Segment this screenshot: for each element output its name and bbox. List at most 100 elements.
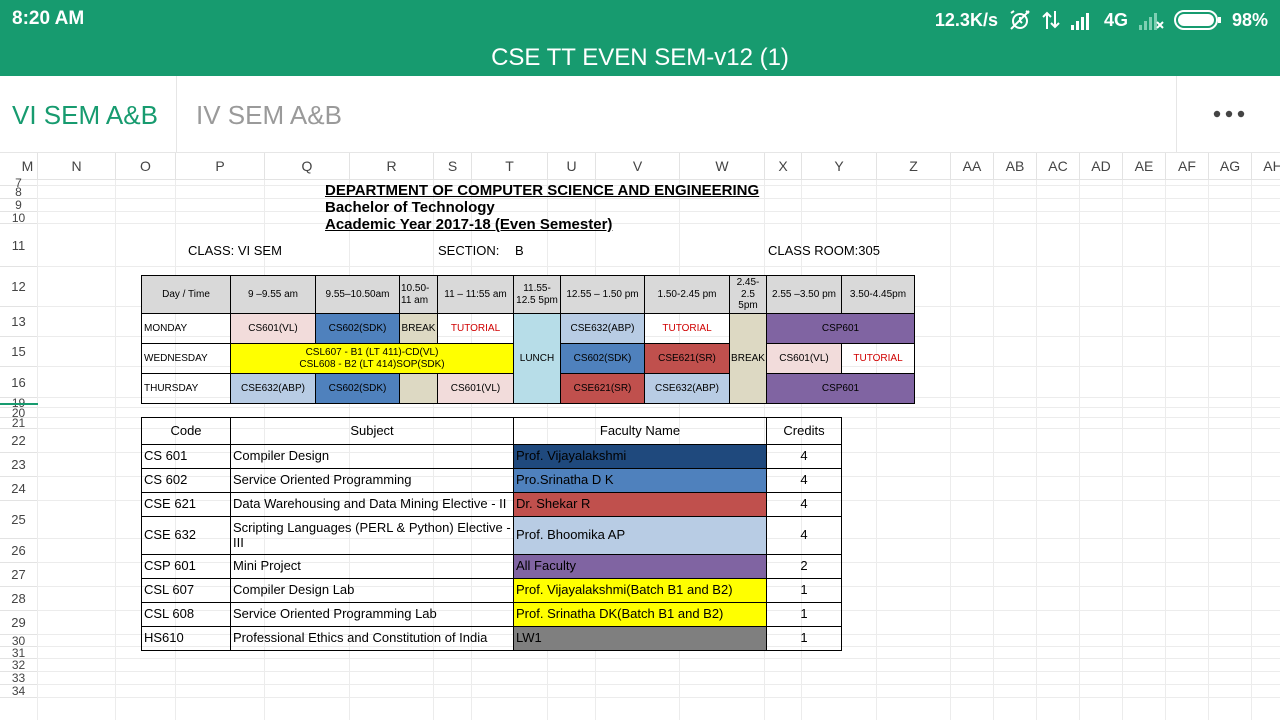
tt-header-slot[interactable]: 12.55 – 1.50 pm bbox=[560, 275, 645, 314]
column-header[interactable]: U bbox=[548, 153, 596, 180]
column-header[interactable]: N bbox=[38, 153, 116, 180]
subj-faculty[interactable]: Pro.Srinatha D K bbox=[513, 468, 767, 493]
tt-header-slot[interactable]: 9.55–10.50am bbox=[315, 275, 400, 314]
column-header[interactable]: Z bbox=[877, 153, 951, 180]
row-header[interactable]: 13 bbox=[0, 307, 38, 337]
tt-cell[interactable]: CSP601 bbox=[766, 313, 915, 344]
tt-cell[interactable]: CSE632(ABP) bbox=[644, 373, 730, 404]
column-header[interactable]: AA bbox=[951, 153, 994, 180]
tt-header-slot[interactable]: 3.50-4.45pm bbox=[841, 275, 915, 314]
row-header[interactable]: 28 bbox=[0, 587, 38, 611]
subj-name[interactable]: Mini Project bbox=[230, 554, 514, 579]
column-header[interactable]: Y bbox=[802, 153, 877, 180]
subj-code[interactable]: CSP 601 bbox=[141, 554, 231, 579]
tt-cell-lab[interactable]: CSL607 - B1 (LT 411)-CD(VL) CSL608 - B2 … bbox=[230, 343, 514, 374]
subj-credits[interactable]: 4 bbox=[766, 444, 842, 469]
tt-cell[interactable]: CS602(SDK) bbox=[315, 373, 400, 404]
tt-cell[interactable]: CS601(VL) bbox=[437, 373, 514, 404]
row-header[interactable]: 11 bbox=[0, 224, 38, 267]
subj-name[interactable]: Service Oriented Programming Lab bbox=[230, 602, 514, 627]
row-header[interactable]: 22 bbox=[0, 429, 38, 453]
subj-name[interactable]: Professional Ethics and Constitution of … bbox=[230, 626, 514, 651]
row-header[interactable]: 34 bbox=[0, 684, 38, 698]
row-header[interactable]: 29 bbox=[0, 611, 38, 635]
row-header[interactable]: 16 bbox=[0, 367, 38, 398]
tt-day-wednesday[interactable]: WEDNESDAY bbox=[141, 343, 231, 374]
column-header[interactable]: T bbox=[472, 153, 548, 180]
column-header[interactable]: AE bbox=[1123, 153, 1166, 180]
subj-credits[interactable]: 2 bbox=[766, 554, 842, 579]
subj-header-code[interactable]: Code bbox=[141, 417, 231, 445]
tt-day-monday[interactable]: MONDAY bbox=[141, 313, 231, 344]
row-header[interactable]: 12 bbox=[0, 267, 38, 307]
subj-code[interactable]: HS610 bbox=[141, 626, 231, 651]
subj-credits[interactable]: 1 bbox=[766, 602, 842, 627]
row-header[interactable]: 25 bbox=[0, 501, 38, 539]
subj-name[interactable]: Scripting Languages (PERL & Python) Elec… bbox=[230, 516, 514, 555]
subj-credits[interactable]: 4 bbox=[766, 492, 842, 517]
tt-cell[interactable]: CSE632(ABP) bbox=[230, 373, 316, 404]
tt-cell[interactable]: CS601(VL) bbox=[766, 343, 842, 374]
tt-cell[interactable]: CS602(SDK) bbox=[315, 313, 400, 344]
tab-iv-sem[interactable]: IV SEM A&B bbox=[176, 76, 356, 152]
tt-cell[interactable]: CS602(SDK) bbox=[560, 343, 645, 374]
subj-code[interactable]: CSE 621 bbox=[141, 492, 231, 517]
subj-faculty[interactable]: Prof. Vijayalakshmi(Batch B1 and B2) bbox=[513, 578, 767, 603]
column-header[interactable]: AH bbox=[1252, 153, 1280, 180]
subj-faculty[interactable]: Prof. Srinatha DK(Batch B1 and B2) bbox=[513, 602, 767, 627]
tt-cell[interactable]: CSP601 bbox=[766, 373, 915, 404]
tt-cell-tutorial[interactable]: TUTORIAL bbox=[437, 313, 514, 344]
subj-credits[interactable]: 4 bbox=[766, 468, 842, 493]
subj-code[interactable]: CS 602 bbox=[141, 468, 231, 493]
subj-faculty[interactable]: Prof. Bhoomika AP bbox=[513, 516, 767, 555]
column-header[interactable]: X bbox=[765, 153, 802, 180]
tt-header-slot[interactable]: 9 –9.55 am bbox=[230, 275, 316, 314]
tt-cell[interactable]: CSE621(SR) bbox=[644, 343, 730, 374]
tt-lunch[interactable]: LUNCH bbox=[513, 313, 561, 404]
tt-cell[interactable]: CSE632(ABP) bbox=[560, 313, 645, 344]
more-options-button[interactable] bbox=[1176, 76, 1280, 152]
subj-code[interactable]: CSE 632 bbox=[141, 516, 231, 555]
column-header[interactable]: R bbox=[350, 153, 434, 180]
column-header[interactable]: AB bbox=[994, 153, 1037, 180]
subj-faculty[interactable]: All Faculty bbox=[513, 554, 767, 579]
tt-header-daytime[interactable]: Day / Time bbox=[141, 275, 231, 314]
tt-cell-break[interactable] bbox=[399, 373, 438, 404]
tt-break[interactable]: BREAK bbox=[729, 313, 767, 404]
row-header[interactable]: 23 bbox=[0, 453, 38, 477]
tt-cell[interactable]: CSE621(SR) bbox=[560, 373, 645, 404]
subj-header-faculty[interactable]: Faculty Name bbox=[513, 417, 767, 445]
column-header[interactable]: AF bbox=[1166, 153, 1209, 180]
subj-credits[interactable]: 1 bbox=[766, 578, 842, 603]
subj-code[interactable]: CS 601 bbox=[141, 444, 231, 469]
tt-cell-tutorial[interactable]: TUTORIAL bbox=[841, 343, 915, 374]
subj-credits[interactable]: 4 bbox=[766, 516, 842, 555]
tt-cell-tutorial[interactable]: TUTORIAL bbox=[644, 313, 730, 344]
tt-header-slot[interactable]: 10.50-11 am bbox=[399, 275, 438, 314]
tt-header-slot[interactable]: 2.55 –3.50 pm bbox=[766, 275, 842, 314]
column-header[interactable]: S bbox=[434, 153, 472, 180]
subj-faculty[interactable]: Prof. Vijayalakshmi bbox=[513, 444, 767, 469]
tt-header-slot[interactable]: 11.55-12.5 5pm bbox=[513, 275, 561, 314]
tt-cell[interactable]: CS601(VL) bbox=[230, 313, 316, 344]
subj-code[interactable]: CSL 607 bbox=[141, 578, 231, 603]
tt-header-slot[interactable]: 1.50-2.45 pm bbox=[644, 275, 730, 314]
subj-code[interactable]: CSL 608 bbox=[141, 602, 231, 627]
row-header[interactable]: 24 bbox=[0, 477, 38, 501]
subj-name[interactable]: Data Warehousing and Data Mining Electiv… bbox=[230, 492, 514, 517]
column-header[interactable]: AG bbox=[1209, 153, 1252, 180]
tt-header-slot[interactable]: 11 – 11:55 am bbox=[437, 275, 514, 314]
row-header[interactable]: 21 bbox=[0, 416, 38, 430]
row-header[interactable]: 10 bbox=[0, 211, 38, 225]
column-header[interactable]: V bbox=[596, 153, 680, 180]
column-header[interactable]: AC bbox=[1037, 153, 1080, 180]
tab-vi-sem[interactable]: VI SEM A&B bbox=[0, 76, 176, 152]
row-header[interactable]: 27 bbox=[0, 563, 38, 587]
column-header[interactable]: Q bbox=[265, 153, 350, 180]
row-header[interactable]: 15 bbox=[0, 337, 38, 367]
column-header[interactable]: O bbox=[116, 153, 176, 180]
subj-name[interactable]: Compiler Design bbox=[230, 444, 514, 469]
subj-credits[interactable]: 1 bbox=[766, 626, 842, 651]
subj-faculty[interactable]: LW1 bbox=[513, 626, 767, 651]
column-header[interactable]: W bbox=[680, 153, 765, 180]
